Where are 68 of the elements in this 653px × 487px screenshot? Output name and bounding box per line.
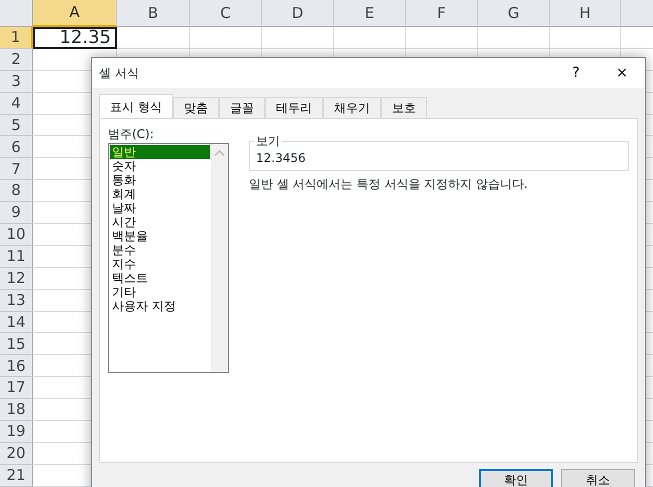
row-header[interactable]: 12 xyxy=(0,268,33,290)
window-title: 셀 서식 xyxy=(99,65,140,82)
row-header[interactable]: 20 xyxy=(0,442,33,465)
grid-cell[interactable] xyxy=(117,27,190,49)
column-header[interactable]: C xyxy=(190,0,262,27)
grid-cell[interactable] xyxy=(334,27,406,49)
row-header[interactable]: 21 xyxy=(0,464,33,487)
tab[interactable]: 맞춤 xyxy=(172,97,219,118)
column-header[interactable]: G xyxy=(478,0,550,27)
grid-cell[interactable] xyxy=(550,27,621,49)
row-header[interactable]: 19 xyxy=(0,421,33,443)
row-header[interactable]: 15 xyxy=(0,333,33,356)
description-text: 일반 셀 서식에서는 특정 서식을 지정하지 않습니다. xyxy=(249,176,529,193)
tab[interactable]: 테두리 xyxy=(264,97,323,118)
row-header[interactable]: 5 xyxy=(0,114,33,136)
row-header[interactable]: 4 xyxy=(0,92,33,115)
row-header[interactable]: 16 xyxy=(0,355,33,378)
row-header[interactable]: 9 xyxy=(0,202,33,224)
tab[interactable]: 채우기 xyxy=(322,97,381,118)
list-item[interactable]: 텍스트 xyxy=(110,271,210,285)
dialog-button[interactable]: 확인 xyxy=(479,469,553,487)
column-header[interactable] xyxy=(621,0,653,27)
list-item[interactable]: 백분율 xyxy=(110,229,210,243)
grid-cell[interactable] xyxy=(190,27,262,49)
column-header[interactable]: H xyxy=(550,0,621,27)
category-label: 범주(C): xyxy=(108,126,155,143)
row-header[interactable]: 14 xyxy=(0,312,33,334)
dialog-button[interactable]: 취소 xyxy=(561,469,635,487)
list-item[interactable]: 시간 xyxy=(110,215,210,229)
row-header[interactable]: 13 xyxy=(0,290,33,312)
row-header[interactable]: 3 xyxy=(0,70,33,93)
list-item[interactable]: 지수 xyxy=(110,257,210,271)
group-label: 보기 xyxy=(255,135,281,147)
active-cell[interactable]: 12.35 xyxy=(33,27,117,49)
row-header[interactable]: 11 xyxy=(0,246,33,268)
scroll-up-icon[interactable] xyxy=(215,150,224,156)
list-item[interactable]: 통화 xyxy=(110,173,210,187)
tab[interactable]: 표시 형식 xyxy=(99,94,173,118)
scrollbar[interactable] xyxy=(211,144,228,372)
column-header[interactable]: B xyxy=(117,0,190,27)
row-header[interactable]: 17 xyxy=(0,377,33,400)
row-header[interactable]: 7 xyxy=(0,158,33,180)
row-header[interactable]: 18 xyxy=(0,399,33,422)
grid-cell[interactable] xyxy=(262,27,334,49)
list-item[interactable]: 회계 xyxy=(110,187,210,201)
column-header[interactable]: F xyxy=(406,0,478,27)
list-item[interactable]: 일반 xyxy=(110,145,210,159)
sample-value: 12.3456 xyxy=(256,151,306,165)
list-item[interactable]: 날짜 xyxy=(110,201,210,215)
column-header[interactable]: E xyxy=(334,0,406,27)
row-header[interactable]: 8 xyxy=(0,180,33,202)
grid-cell[interactable] xyxy=(406,27,478,49)
column-header[interactable]: A xyxy=(33,0,117,27)
tab[interactable]: 글꼴 xyxy=(218,97,265,118)
select-all-corner[interactable] xyxy=(0,0,33,27)
help-button[interactable]: ? xyxy=(553,58,599,88)
row-header[interactable]: 10 xyxy=(0,224,33,246)
grid-cell[interactable] xyxy=(478,27,550,49)
column-header[interactable]: D xyxy=(262,0,334,27)
close-button[interactable]: × xyxy=(599,58,645,88)
list-item[interactable]: 분수 xyxy=(110,243,210,257)
row-header[interactable]: 6 xyxy=(0,136,33,158)
row-header[interactable]: 2 xyxy=(0,48,33,71)
list-item[interactable]: 숫자 xyxy=(110,159,210,173)
row-header[interactable]: 1 xyxy=(0,27,33,49)
list-item[interactable]: 사용자 지정 xyxy=(110,299,210,313)
list-item[interactable]: 기타 xyxy=(110,285,210,299)
tab[interactable]: 보호 xyxy=(380,97,427,118)
